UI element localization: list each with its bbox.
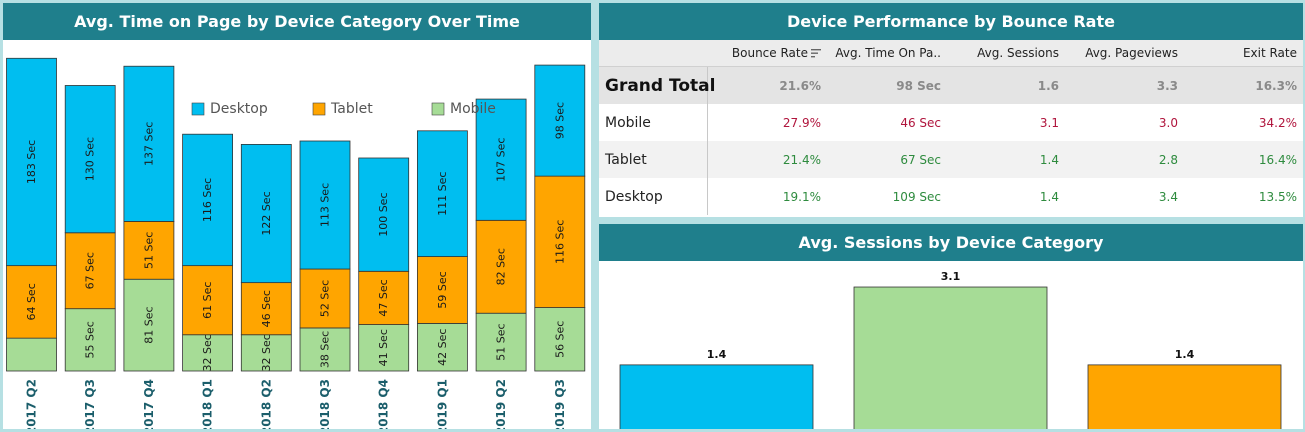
- sort-descending-icon[interactable]: [811, 49, 821, 58]
- column-header-avg-time[interactable]: Avg. Time On Pa..: [827, 40, 947, 67]
- legend-swatch-mobile: [431, 102, 445, 116]
- bar-data-label: 81 Sec: [142, 306, 155, 343]
- bar-data-label: 56 Sec: [553, 321, 566, 358]
- bar-data-label: 61 Sec: [201, 282, 214, 319]
- table-cell: 21.4%: [707, 141, 827, 178]
- bar-data-label: 183 Sec: [25, 140, 38, 184]
- row-label: Mobile: [599, 104, 708, 141]
- table-row[interactable]: Grand Total 21.6% 98 Sec 1.6 3.3 16.3%: [599, 66, 1303, 104]
- table-cell: 34.2%: [1258, 115, 1297, 130]
- bar-data-label: 51 Sec: [142, 232, 155, 269]
- bar-data-label: 38 Sec: [319, 331, 332, 368]
- bar-value-label: 1.4: [707, 348, 727, 361]
- x-tick-label: 2017 Q3: [83, 379, 97, 429]
- row-header-cell: [599, 40, 707, 67]
- table-cell: 98 Sec: [827, 66, 947, 104]
- column-header-exit-rate[interactable]: Exit Rate: [1184, 40, 1303, 67]
- bar-data-label: 51 Sec: [495, 323, 508, 360]
- time-on-page-chart: 64 Sec 183 Sec 2017 Q2 55 Sec 67 Sec 130 Sec 2…: [6, 57, 586, 429]
- column-header-bounce-rate[interactable]: Bounce Rate: [707, 40, 827, 67]
- bar-data-label: 52 Sec: [319, 280, 332, 317]
- legend-swatch-tablet: [312, 102, 326, 116]
- bar-data-label: 64 Sec: [25, 283, 38, 320]
- legend-label-desktop: Desktop: [210, 101, 268, 117]
- x-tick-label: 2018 Q2: [259, 379, 273, 429]
- x-tick-label: 2018 Q4: [377, 379, 391, 429]
- table-cell: 1.4: [947, 141, 1065, 178]
- bar-data-label: 32 Sec: [201, 334, 214, 371]
- bar-data-label: 47 Sec: [377, 279, 390, 316]
- table-cell: 3.1: [1039, 115, 1059, 130]
- x-tick-label: 2019 Q3: [553, 379, 567, 429]
- x-tick-label: 2017 Q2: [25, 379, 39, 429]
- bar-data-label: 100 Sec: [377, 192, 390, 236]
- table-cell: 3.4: [1158, 189, 1178, 204]
- bar-data-label: 41 Sec: [377, 329, 390, 366]
- bar-data-label: 42 Sec: [436, 329, 449, 366]
- bar-data-label: 46 Sec: [260, 290, 273, 327]
- table-cell: 27.9%: [782, 115, 821, 130]
- x-tick-label: 2019 Q1: [435, 379, 449, 429]
- table-cell: 16.4%: [1184, 141, 1303, 178]
- bar-data-label: 98 Sec: [553, 102, 566, 139]
- time-on-page-title: Avg. Time on Page by Device Category Ove…: [3, 3, 591, 40]
- table-cell: 16.3%: [1184, 66, 1303, 104]
- legend-label-tablet: Tablet: [330, 101, 373, 117]
- bar-desktop[interactable]: [619, 364, 814, 429]
- row-label: Tablet: [599, 141, 708, 178]
- device-performance-table: Bounce Rate Avg. Time On Pa.. Avg. Sessi…: [599, 40, 1303, 215]
- bar-data-label: 122 Sec: [260, 191, 273, 235]
- avg-sessions-title: Avg. Sessions by Device Category: [599, 224, 1303, 261]
- bar-data-label: 82 Sec: [495, 248, 508, 285]
- x-tick-label: 2017 Q4: [142, 379, 156, 429]
- row-label: Grand Total: [599, 66, 715, 104]
- legend-label-mobile: Mobile: [450, 101, 496, 117]
- table-cell: 109 Sec: [892, 189, 941, 204]
- x-tick-label: 2019 Q2: [494, 379, 508, 429]
- table-cell: 19.1%: [782, 189, 821, 204]
- bar-data-label: 130 Sec: [84, 137, 97, 181]
- avg-sessions-chart: 1.4 3.1 1.4: [619, 270, 1282, 429]
- bar-mobile[interactable]: [853, 286, 1048, 429]
- table-header-row: Bounce Rate Avg. Time On Pa.. Avg. Sessi…: [599, 40, 1303, 67]
- table-cell: 3.0: [1158, 115, 1178, 130]
- column-header-label: Bounce Rate: [731, 46, 808, 60]
- table-cell: 1.4: [1039, 189, 1059, 204]
- bar-data-label: 55 Sec: [84, 321, 97, 358]
- avg-sessions-panel: Avg. Sessions by Device Category 1.4 3.1 1…: [599, 224, 1303, 429]
- x-tick-label: 2018 Q3: [318, 379, 332, 429]
- table-cell: 67 Sec: [827, 141, 947, 178]
- bar-data-label: 113 Sec: [319, 183, 332, 227]
- table-cell: 13.5%: [1258, 189, 1297, 204]
- table-row[interactable]: Desktop 19.1% 109 Sec 1.4 3.4 13.5%: [599, 178, 1303, 215]
- bar-tablet[interactable]: [1087, 364, 1282, 429]
- time-on-page-panel: Avg. Time on Page by Device Category Ove…: [3, 3, 591, 429]
- column-header-avg-sessions[interactable]: Avg. Sessions: [947, 40, 1065, 67]
- bar-segment-mobile[interactable]: [6, 337, 57, 372]
- bar-data-label: 67 Sec: [84, 252, 97, 289]
- column-header-avg-pageviews[interactable]: Avg. Pageviews: [1065, 40, 1184, 67]
- table-row[interactable]: Mobile 27.9% 46 Sec 3.1 3.0 34.2%: [599, 104, 1303, 141]
- device-performance-title: Device Performance by Bounce Rate: [599, 3, 1303, 40]
- bar-data-label: 59 Sec: [436, 271, 449, 308]
- table-row[interactable]: Tablet 21.4% 67 Sec 1.4 2.8 16.4%: [599, 141, 1303, 178]
- bar-data-label: 116 Sec: [553, 220, 566, 264]
- table-cell: 2.8: [1065, 141, 1184, 178]
- table-cell: 1.6: [947, 66, 1065, 104]
- legend-swatch-desktop: [191, 102, 205, 116]
- bar-data-label: 107 Sec: [495, 138, 508, 182]
- table-cell: 21.6%: [707, 66, 827, 104]
- table-cell: 3.3: [1065, 66, 1184, 104]
- row-label: Desktop: [599, 178, 708, 215]
- table-cell: 46 Sec: [900, 115, 941, 130]
- x-tick-label: 2018 Q1: [201, 379, 215, 429]
- bar-data-label: 32 Sec: [260, 334, 273, 371]
- bar-data-label: 137 Sec: [142, 122, 155, 166]
- bar-value-label: 1.4: [1175, 348, 1195, 361]
- bar-data-label: 116 Sec: [201, 178, 214, 222]
- bar-value-label: 3.1: [941, 270, 961, 283]
- device-performance-panel: Device Performance by Bounce Rate Bounce…: [599, 3, 1303, 217]
- bar-data-label: 111 Sec: [436, 172, 449, 216]
